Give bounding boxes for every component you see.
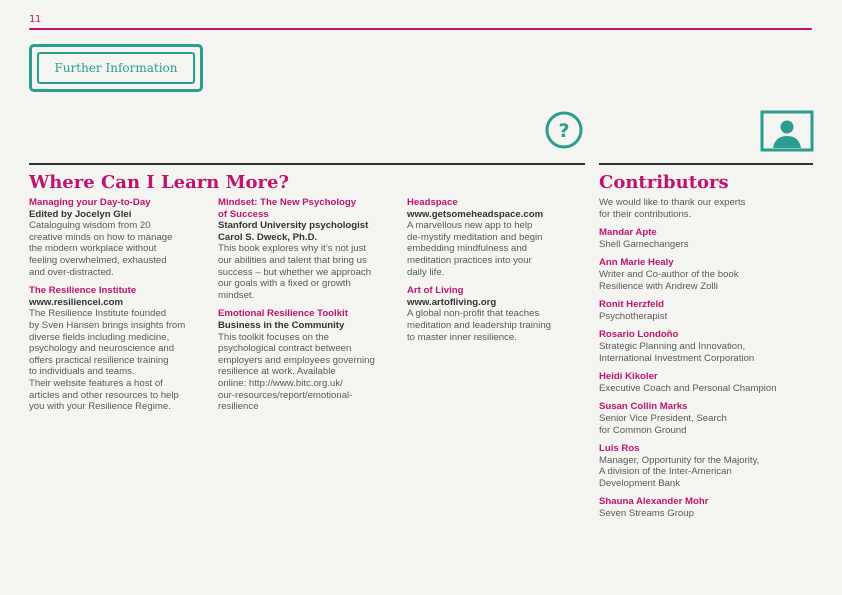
contributor-role: Senior Vice President, Search for Common… — [599, 412, 727, 436]
resource-description: A marvellous new app to help de-mystify … — [407, 220, 543, 278]
resource-entry: Emotional Resilience Toolkit Business in… — [218, 308, 396, 412]
resource-description: A global non-profit that teaches meditat… — [407, 308, 551, 343]
learn-column-1: Managing your Day-to-Day Edited by Jocel… — [29, 197, 207, 420]
contributor-role: Writer and Co-author of the book Resilie… — [599, 268, 739, 292]
contributor-entry: Ann Marie Healy Writer and Co-author of … — [599, 257, 811, 292]
resource-title: Mindset: The New Psychology of Success — [218, 197, 357, 220]
contributor-entry: Ronit Herzfeld Psychotherapist — [599, 299, 811, 322]
resource-title: Art of Living — [407, 285, 464, 297]
contributor-role: Strategic Planning and Innovation, Inter… — [599, 340, 755, 364]
contributor-entry: Heidi Kikoler Executive Coach and Person… — [599, 371, 811, 394]
learn-column-2: Mindset: The New Psychology of Success S… — [218, 197, 396, 420]
resource-subtitle: Business in the Community — [218, 319, 345, 331]
contributor-name: Susan Collin Marks — [599, 401, 688, 413]
learn-divider — [29, 163, 585, 165]
resource-entry: Headspace www.getsomeheadspace.com A mar… — [407, 197, 577, 278]
resource-entry: Mindset: The New Psychology of Success S… — [218, 197, 396, 301]
contributors-heading: Contributors — [599, 172, 729, 193]
contributor-role: Executive Coach and Personal Champion — [599, 382, 777, 394]
resource-description: This toolkit focuses on the psychologica… — [218, 331, 375, 413]
section-badge-label: Further Information — [37, 52, 195, 84]
page-number: 11 — [29, 14, 42, 25]
contributor-name: Luis Ros — [599, 443, 640, 455]
resource-title: Managing your Day-to-Day — [29, 197, 151, 208]
resource-title: Emotional Resilience Toolkit — [218, 308, 348, 320]
contributor-name: Mandar Apte — [599, 227, 657, 239]
contributor-entry: Luis Ros Manager, Opportunity for the Ma… — [599, 443, 811, 489]
resource-subtitle: www.getsomeheadspace.com — [407, 208, 544, 220]
resource-description: Cataloguing wisdom from 20 creative mind… — [29, 220, 173, 278]
contributor-role: Manager, Opportunity for the Majority, A… — [599, 454, 760, 489]
resource-title: Headspace — [407, 197, 458, 208]
contributor-name: Rosario Londoño — [599, 329, 679, 341]
contributor-name: Ann Marie Healy — [599, 257, 674, 269]
person-icon — [760, 110, 814, 152]
contributors-list: We would like to thank our experts for t… — [599, 197, 811, 527]
contributor-name: Shauna Alexander Mohr — [599, 496, 709, 508]
resource-description: This book explores why it’s not just our… — [218, 243, 372, 301]
contributor-entry: Susan Collin Marks Senior Vice President… — [599, 401, 811, 436]
resource-entry: Art of Living www.artofliving.org A glob… — [407, 285, 577, 343]
question-mark-icon: ? — [545, 111, 583, 149]
contributors-intro: We would like to thank our experts for t… — [599, 197, 746, 220]
learn-heading: Where Can I Learn More? — [29, 172, 290, 193]
contributor-role: Psychotherapist — [599, 310, 668, 322]
contributor-entry: Shauna Alexander Mohr Seven Streams Grou… — [599, 496, 811, 519]
contributor-entry: Mandar Apte Shell Gamechangers — [599, 227, 811, 250]
resource-subtitle: www.artofliving.org — [407, 296, 497, 308]
resource-subtitle: Stanford University psychologist Carol S… — [218, 220, 369, 243]
resource-title: The Resilience Institute — [29, 285, 137, 297]
section-badge: Further Information — [29, 44, 203, 92]
contributor-name: Heidi Kikoler — [599, 371, 658, 383]
contributors-divider — [599, 163, 813, 165]
svg-text:?: ? — [558, 120, 569, 142]
resource-entry: The Resilience Institute www.resiliencei… — [29, 285, 207, 413]
resource-subtitle: Edited by Jocelyn Glei — [29, 208, 132, 220]
learn-column-3: Headspace www.getsomeheadspace.com A mar… — [407, 197, 577, 350]
resource-subtitle: www.resiliencei.com — [29, 296, 124, 308]
contributor-role: Seven Streams Group — [599, 508, 694, 520]
contributor-entry: Rosario Londoño Strategic Planning and I… — [599, 329, 811, 364]
top-divider — [29, 28, 812, 30]
resource-description: The Resilience Institute founded by Sven… — [29, 308, 186, 413]
resource-entry: Managing your Day-to-Day Edited by Jocel… — [29, 197, 207, 278]
contributor-role: Shell Gamechangers — [599, 238, 689, 250]
contributor-name: Ronit Herzfeld — [599, 299, 665, 311]
